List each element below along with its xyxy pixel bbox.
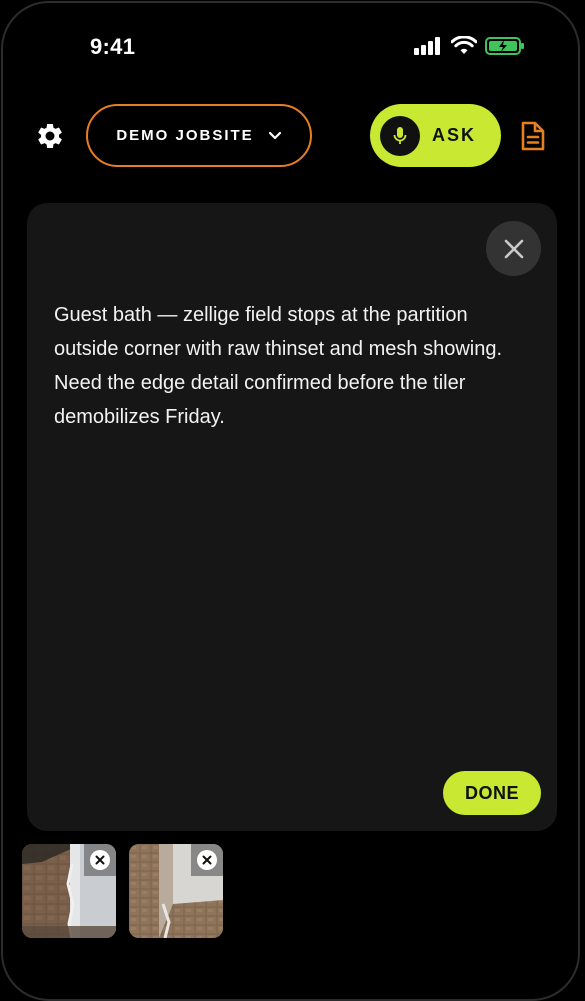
note-text[interactable]: Guest bath — zellige field stops at the … xyxy=(54,298,534,434)
close-button[interactable] xyxy=(486,221,541,276)
status-icons xyxy=(413,36,525,56)
note-panel: Guest bath — zellige field stops at the … xyxy=(27,203,557,831)
remove-icon xyxy=(90,850,110,870)
wifi-icon xyxy=(451,36,477,54)
settings-button[interactable] xyxy=(34,120,66,152)
attachment-thumbnail[interactable] xyxy=(129,844,223,938)
status-time: 9:41 xyxy=(90,34,136,59)
done-button[interactable]: DONE xyxy=(443,771,541,815)
document-icon xyxy=(521,121,545,151)
signal-icon xyxy=(414,37,440,55)
close-icon xyxy=(504,239,523,258)
jobsite-selector[interactable]: DEMO JOBSITE xyxy=(86,104,312,167)
remove-attachment-button[interactable] xyxy=(191,844,223,876)
remove-icon xyxy=(197,850,217,870)
jobsite-label: DEMO JOBSITE xyxy=(116,127,254,144)
gear-icon xyxy=(38,123,62,148)
attachment-thumbnail[interactable] xyxy=(22,844,116,938)
ask-button[interactable]: ASK xyxy=(370,104,501,167)
document-button[interactable] xyxy=(520,120,546,157)
chevron-down-icon xyxy=(268,131,281,139)
mic-icon xyxy=(393,126,407,144)
battery-icon xyxy=(485,37,524,55)
ask-label: ASK xyxy=(432,125,477,145)
app-screen: 9:41 DEMO JOBSITE ASK Guest bath — zelli… xyxy=(0,0,585,1001)
remove-attachment-button[interactable] xyxy=(84,844,116,876)
mic-badge xyxy=(380,115,420,156)
